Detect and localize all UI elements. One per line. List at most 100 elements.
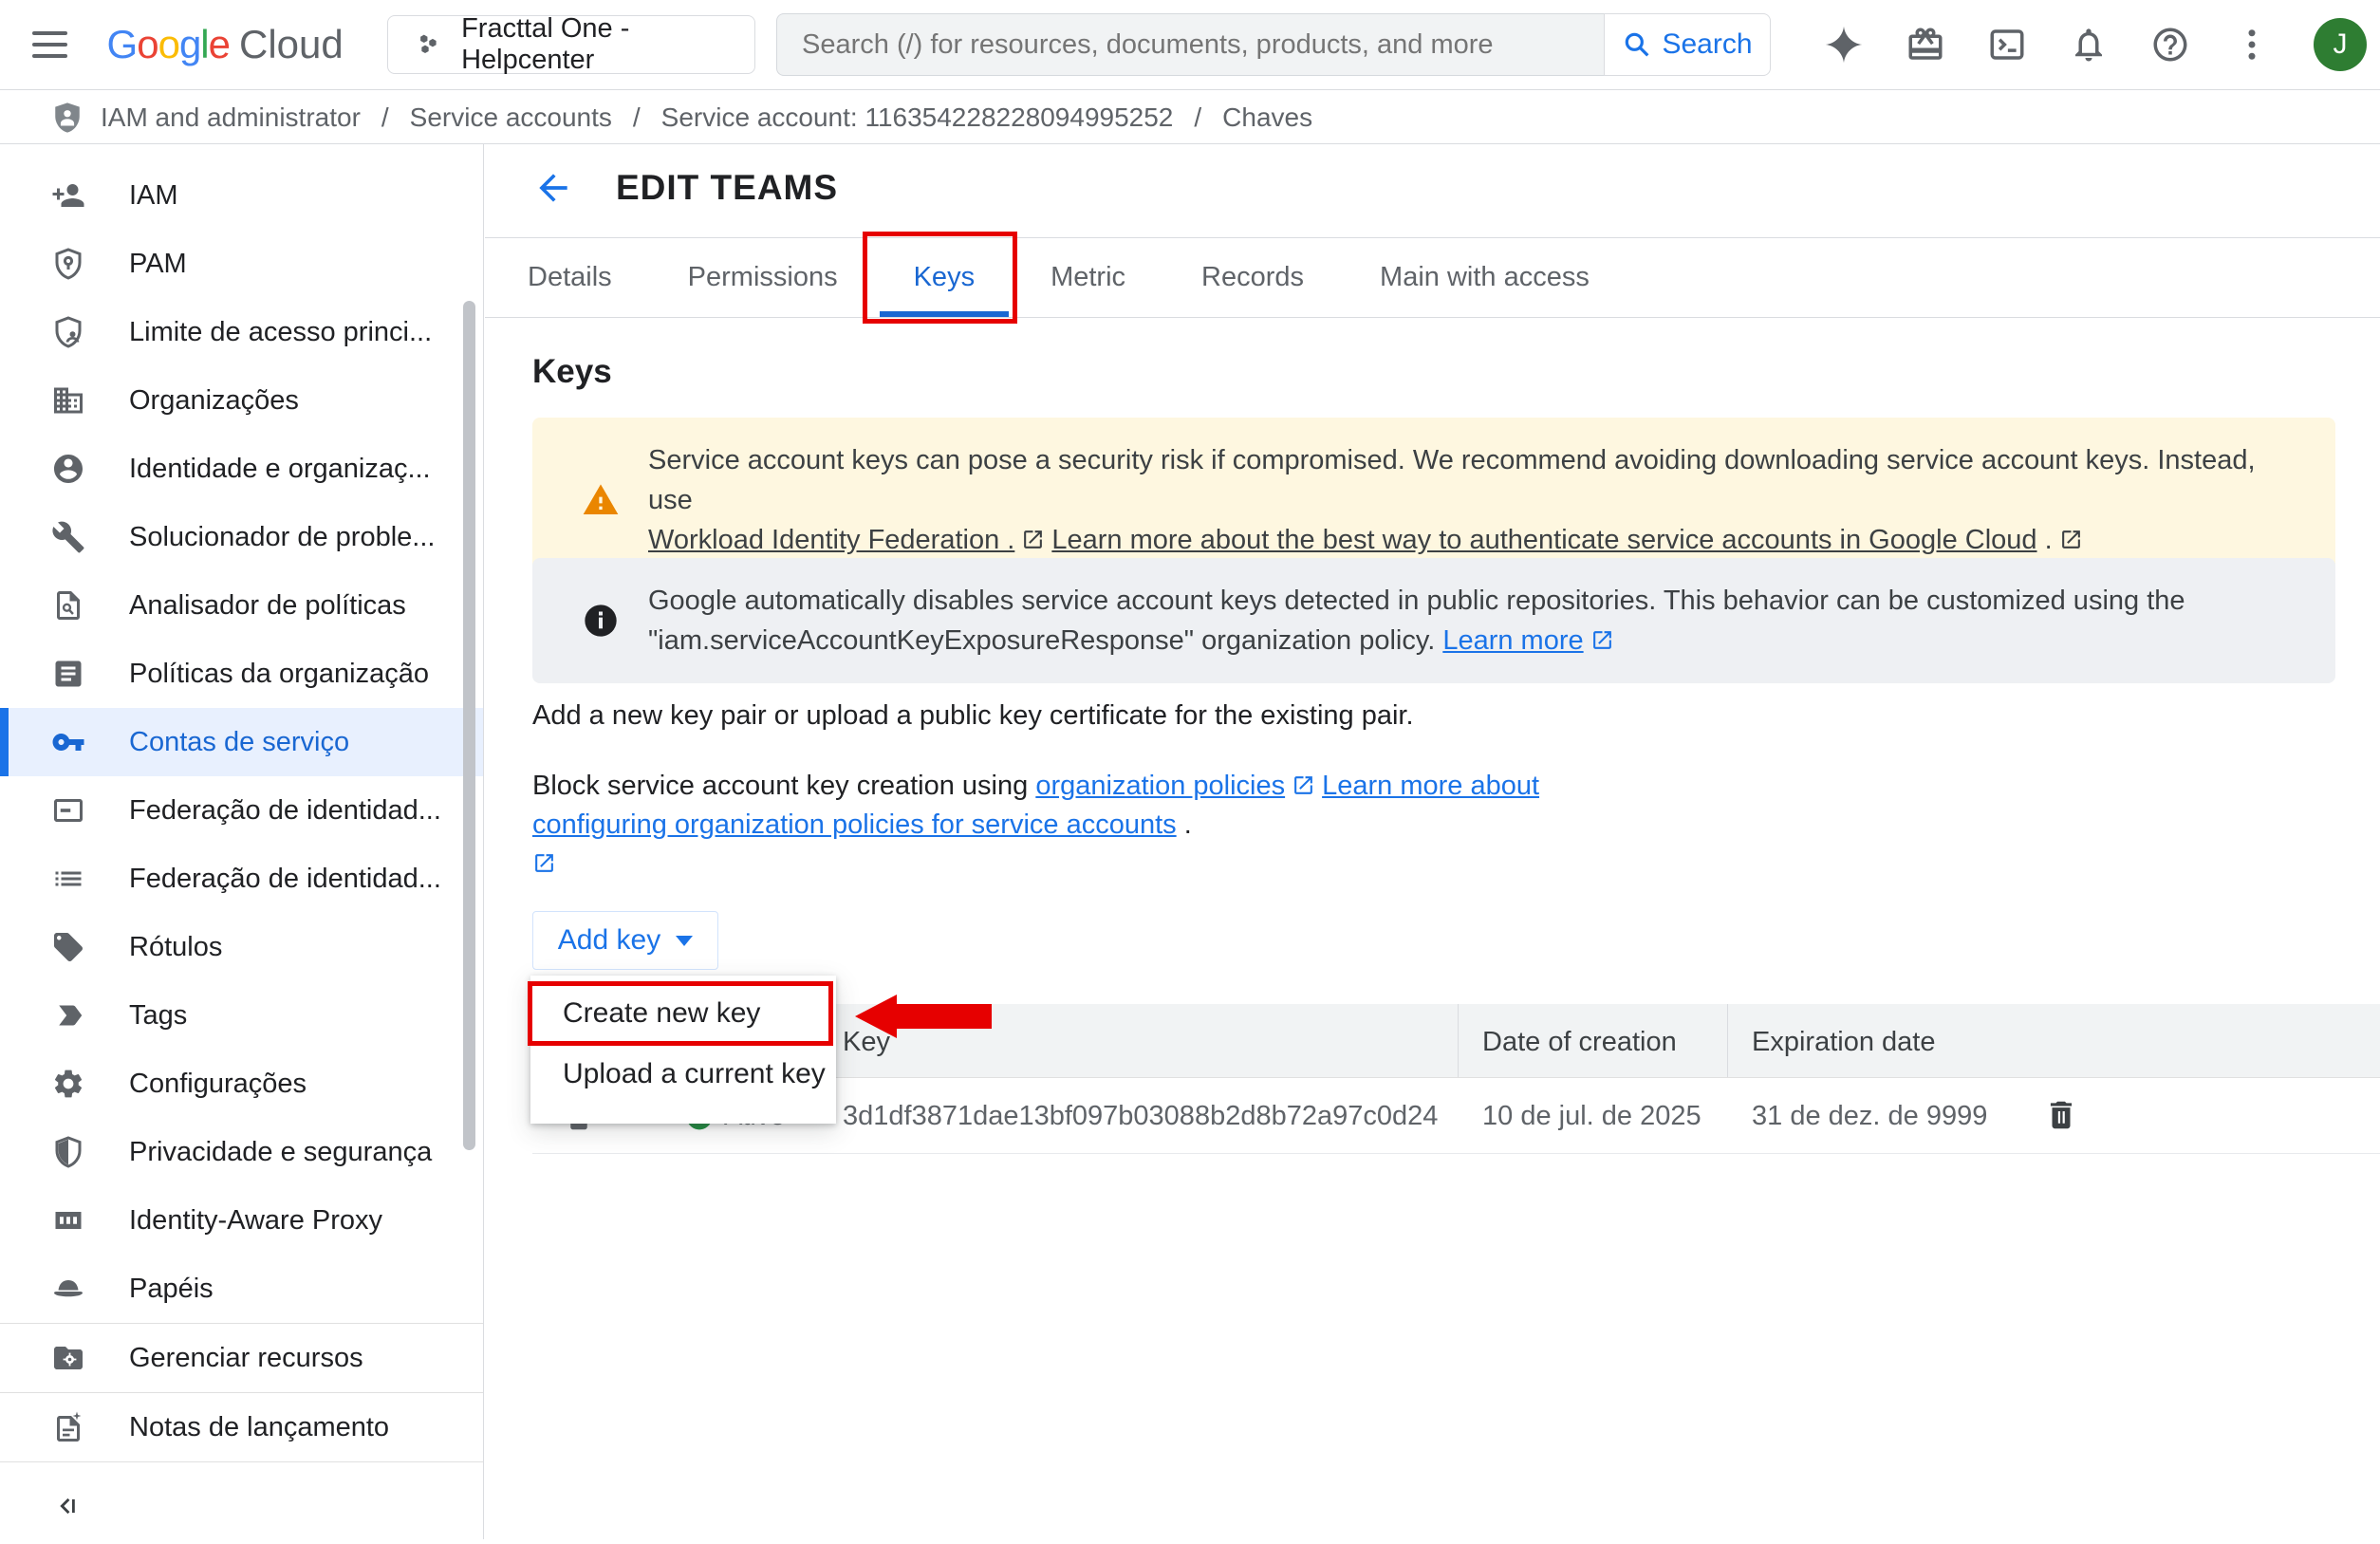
sidebar-item-label: Políticas da organização — [129, 659, 429, 690]
external-link-icon — [1590, 628, 1614, 652]
sidebar-item-label: Rótulos — [129, 932, 222, 963]
gear-icon — [51, 1067, 85, 1101]
learn-more-authenticate-link[interactable]: Learn more about the best way to authent… — [1051, 525, 2036, 555]
card-icon — [51, 793, 85, 828]
sidebar-item-notas-lancamento[interactable]: Notas de lançamento — [0, 1393, 483, 1461]
tab-metric[interactable]: Metric — [1016, 238, 1160, 317]
configuring-policies-link[interactable]: configuring organization policies for se… — [532, 809, 1177, 840]
main-content: EDIT TEAMS Details Permissions Keys Metr… — [485, 144, 2380, 1539]
tab-records[interactable]: Records — [1167, 238, 1338, 317]
sidebar-item-label: Solucionador de proble... — [129, 522, 435, 553]
logo-cloud-text: Cloud — [239, 22, 344, 67]
tab-bar: Details Permissions Keys Metric Records … — [485, 237, 2380, 318]
shield-key-icon — [51, 247, 85, 281]
add-key-dropdown-menu: Create new key Upload a current key — [530, 976, 836, 1124]
search-button[interactable]: Search — [1604, 13, 1771, 76]
topbar-icons: J — [1824, 18, 2380, 71]
column-header-expiration-date: Expiration date — [1752, 1027, 1935, 1058]
add-key-description: Add a new key pair or upload a public ke… — [532, 700, 1414, 732]
sidebar-item-label: Papéis — [129, 1274, 214, 1305]
google-cloud-logo[interactable]: Google Cloud — [107, 22, 344, 67]
menu-icon[interactable] — [32, 24, 67, 65]
breadcrumb-item[interactable]: Service accounts — [410, 102, 612, 133]
sidebar-item-limite-acesso[interactable]: Limite de acesso princi... — [0, 298, 483, 366]
sidebar-item-papeis[interactable]: Papéis — [0, 1255, 483, 1323]
search-field[interactable] — [776, 13, 1604, 76]
more-options-icon[interactable] — [2232, 25, 2272, 65]
sidebar-item-identidade[interactable]: Identidade e organizaç... — [0, 435, 483, 503]
menu-item-upload-current-key[interactable]: Upload a current key — [530, 1044, 836, 1105]
sidebar-item-politicas[interactable]: Políticas da organização — [0, 640, 483, 708]
sidebar-nav: IAM PAM Limite de acesso princi... Organ… — [0, 144, 484, 1539]
warning-text: Service account keys can pose a security… — [648, 440, 2307, 560]
column-divider — [1458, 1004, 1459, 1077]
sidebar-item-identity-aware-proxy[interactable]: Identity-Aware Proxy — [0, 1186, 483, 1255]
para2-before: Block service account key creation using — [532, 771, 1028, 801]
sidebar-item-label: Configurações — [129, 1069, 307, 1100]
info-icon — [582, 602, 620, 640]
organization-policies-link[interactable]: organization policies — [1035, 771, 1285, 801]
cloud-shell-icon[interactable] — [1987, 25, 2027, 65]
sidebar-item-label: Limite de acesso princi... — [129, 317, 432, 348]
sidebar-item-gerenciar-recursos[interactable]: Gerenciar recursos — [0, 1324, 483, 1392]
sidebar-item-label: Notas de lançamento — [129, 1412, 389, 1443]
sidebar-item-organizacoes[interactable]: Organizações — [0, 366, 483, 435]
sidebar-item-federacao-1[interactable]: Federação de identidad... — [0, 776, 483, 845]
key-icon — [51, 725, 85, 759]
collapse-sidebar-icon[interactable] — [51, 1490, 84, 1522]
person-add-icon — [51, 178, 85, 213]
sidebar-item-privacidade[interactable]: Privacidade e segurança — [0, 1118, 483, 1186]
external-link-icon — [1292, 773, 1315, 797]
sidebar-item-rotulos[interactable]: Rótulos — [0, 913, 483, 981]
sidebar-item-federacao-2[interactable]: Federação de identidad... — [0, 845, 483, 913]
sidebar-item-analisador[interactable]: Analisador de políticas — [0, 571, 483, 640]
info-text: Google automatically disables service ac… — [648, 581, 2185, 660]
delete-key-icon[interactable] — [2043, 1097, 2079, 1133]
project-selector[interactable]: Fracttal One - Helpcenter — [387, 15, 755, 74]
logo-letter: o — [137, 22, 158, 67]
tab-details[interactable]: Details — [493, 238, 646, 317]
sidebar-item-tags[interactable]: Tags — [0, 981, 483, 1050]
breadcrumb-current: Chaves — [1222, 102, 1312, 133]
sidebar-item-label: Organizações — [129, 385, 299, 417]
key-id-value: 3d1df3871dae13bf097b03088b2d8b72a97c0d24 — [843, 1101, 1438, 1132]
chevron-down-icon — [676, 936, 693, 946]
back-arrow-icon[interactable] — [532, 167, 574, 209]
sidebar-scrollbar[interactable] — [463, 301, 475, 1150]
breadcrumb-separator: / — [629, 102, 644, 133]
sidebar-item-iam[interactable]: IAM — [0, 161, 483, 230]
external-link-icon[interactable] — [532, 851, 556, 875]
tab-permissions[interactable]: Permissions — [654, 238, 872, 317]
warning-after-text: . — [2045, 525, 2053, 555]
key-expiration-date: 31 de dez. de 9999 — [1752, 1101, 1987, 1132]
building-icon — [51, 383, 85, 418]
menu-item-create-new-key[interactable]: Create new key — [530, 983, 836, 1044]
sidebar-divider — [0, 1461, 483, 1462]
sidebar-item-pam[interactable]: PAM — [0, 230, 483, 298]
breadcrumb-item[interactable]: IAM and administrator — [101, 102, 361, 133]
search-input[interactable] — [802, 29, 1579, 61]
warning-line1: Service account keys can pose a security… — [648, 445, 2256, 515]
help-icon[interactable] — [2150, 25, 2190, 65]
notifications-bell-icon[interactable] — [2069, 25, 2109, 65]
breadcrumb-item[interactable]: Service account: 116354228228094995252 — [661, 102, 1174, 133]
configuring-policies-link[interactable]: Learn more about — [1322, 771, 1539, 801]
workload-identity-federation-link[interactable]: Workload Identity Federation . — [648, 525, 1014, 555]
warning-icon — [582, 481, 620, 519]
gemini-sparkle-icon[interactable] — [1824, 25, 1864, 65]
sidebar-item-solucionador[interactable]: Solucionador de proble... — [0, 503, 483, 571]
add-key-button[interactable]: Add key — [532, 911, 718, 970]
sidebar-item-configuracoes[interactable]: Configurações — [0, 1050, 483, 1118]
avatar[interactable]: J — [2314, 18, 2367, 71]
gift-icon[interactable] — [1906, 25, 1945, 65]
sidebar-item-label: Analisador de políticas — [129, 590, 406, 622]
logo-letter: l — [200, 22, 208, 67]
search-button-label: Search — [1662, 28, 1752, 61]
sidebar-item-contas-de-servico[interactable]: Contas de serviço — [0, 708, 483, 776]
logo-letter: o — [158, 22, 179, 67]
sidebar-item-label: Gerenciar recursos — [129, 1343, 363, 1374]
tab-main-with-access[interactable]: Main with access — [1346, 238, 1624, 317]
sidebar-item-label: IAM — [129, 180, 178, 212]
tab-keys[interactable]: Keys — [880, 238, 1009, 317]
info-learn-more-link[interactable]: Learn more — [1442, 625, 1583, 656]
